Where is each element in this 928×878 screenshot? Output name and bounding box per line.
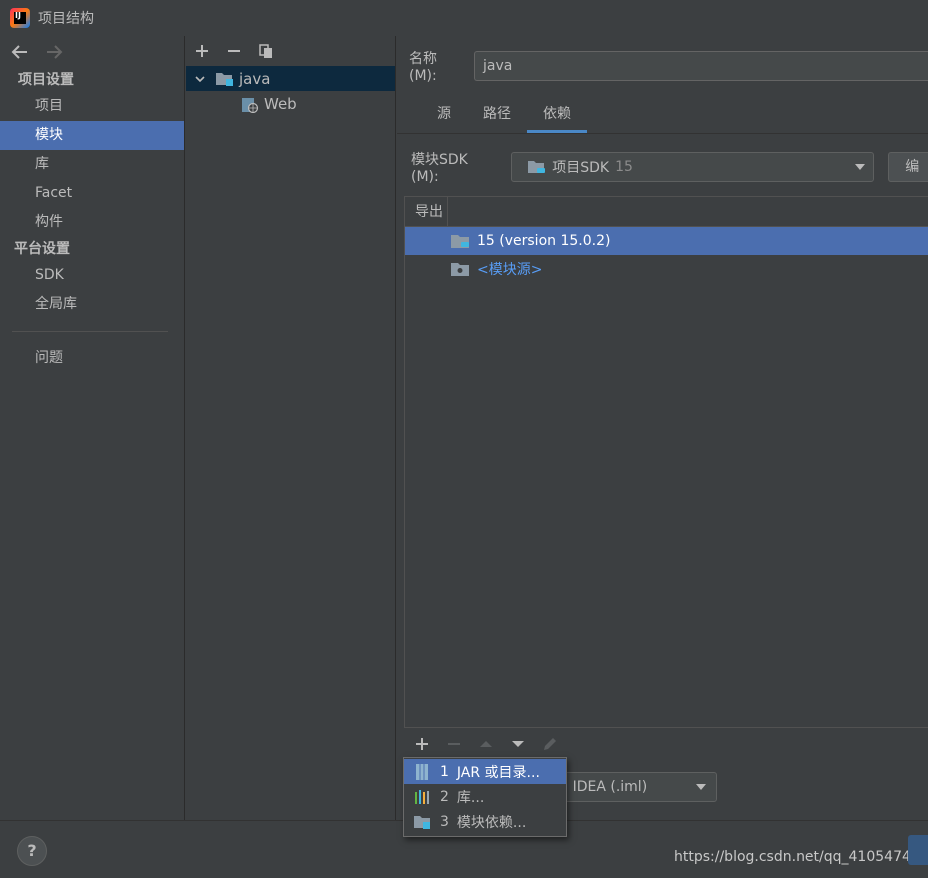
storage-format-value: J IDEA (.iml) (564, 779, 648, 795)
window-title: 项目结构 (38, 11, 94, 27)
module-tree-toolbar (186, 36, 395, 66)
intellij-logo-icon: IJ (10, 8, 30, 28)
help-button[interactable]: ? (17, 836, 47, 866)
popup-item-label: 模块依赖... (456, 814, 527, 831)
library-icon (414, 789, 430, 805)
sdk-value: 项目SDK (552, 160, 610, 176)
nav-item-global-libraries[interactable]: 全局库 (0, 290, 184, 319)
ok-button[interactable] (908, 835, 928, 865)
dependencies-toolbar (404, 727, 928, 759)
sdk-version: 15 (615, 159, 633, 175)
plus-icon[interactable] (414, 736, 430, 752)
minus-icon[interactable] (226, 43, 242, 59)
tree-node-web[interactable]: Web (186, 91, 395, 116)
module-sdk-select[interactable]: 项目SDK 15 (511, 152, 875, 182)
arrow-right-icon[interactable] (44, 42, 64, 62)
popup-item-number: 1 (440, 763, 449, 780)
tab-sources[interactable]: 源 (421, 99, 467, 133)
popup-item-library[interactable]: 2 库... (404, 784, 566, 809)
tab-paths[interactable]: 路径 (467, 99, 527, 133)
tree-node-label: java (239, 69, 271, 88)
title-bar: IJ 项目结构 (0, 0, 928, 36)
module-tree-panel: java Web (186, 36, 396, 820)
nav-item-project[interactable]: 项目 (0, 92, 184, 121)
move-up-icon[interactable] (478, 736, 494, 752)
popup-item-jar[interactable]: 1 JAR 或目录... (404, 759, 566, 784)
popup-item-number: 3 (440, 813, 449, 830)
dependencies-table: 导出 15 (version 15.0.2) <模块源> (404, 196, 928, 727)
name-label: 名称(M): (409, 51, 437, 84)
chevron-down-icon (855, 164, 866, 170)
watermark-text: https://blog.csdn.net/qq_41054749 (674, 849, 920, 865)
module-icon (414, 814, 430, 830)
name-row: 名称(M): java (397, 36, 928, 96)
sdk-folder-icon (528, 161, 546, 173)
edit-icon[interactable] (542, 736, 558, 752)
minus-icon[interactable] (446, 736, 462, 752)
module-tabs: 源 路径 依赖 (397, 96, 928, 134)
dependency-row-sdk[interactable]: 15 (version 15.0.2) (405, 227, 928, 255)
copy-icon[interactable] (258, 43, 274, 59)
module-details-panel: 名称(M): java 源 路径 依赖 模块SDK (M): 项目SDK 15 … (397, 36, 928, 820)
nav-item-problems[interactable]: 问题 (0, 344, 184, 373)
module-name-field[interactable]: java (474, 51, 928, 81)
tab-dependencies[interactable]: 依赖 (527, 99, 587, 133)
popup-item-number: 2 (440, 788, 449, 805)
edit-sdk-button[interactable]: 编 (888, 152, 928, 182)
section-platform-settings: 平台设置 (14, 241, 70, 257)
nav-item-libraries[interactable]: 库 (0, 150, 184, 179)
plus-icon[interactable] (194, 43, 210, 59)
section-project-settings: 项目设置 (18, 72, 74, 88)
tree-node-java[interactable]: java (186, 66, 395, 91)
column-export[interactable]: 导出 (405, 197, 448, 226)
arrow-left-icon[interactable] (10, 42, 30, 62)
tree-node-label: Web (264, 94, 297, 113)
dependencies-header: 导出 (405, 197, 928, 227)
popup-item-module-dependency[interactable]: 3 模块依赖... (404, 809, 566, 834)
chevron-down-icon (696, 784, 706, 790)
nav-item-sdk[interactable]: SDK (0, 261, 184, 290)
dependency-row-module-source[interactable]: <模块源> (405, 255, 928, 283)
settings-nav: 项目设置 项目 模块 库 Facet 构件 平台设置 SDK 全局库 问题 (0, 36, 185, 820)
dependency-label: 15 (version 15.0.2) (477, 233, 611, 249)
popup-item-label: JAR 或目录... (456, 764, 540, 781)
sdk-label: 模块SDK (M): (411, 152, 468, 185)
move-down-icon[interactable] (510, 736, 526, 752)
sdk-folder-icon (451, 233, 471, 249)
module-folder-icon (216, 72, 234, 86)
nav-item-artifacts[interactable]: 构件 (0, 208, 184, 237)
nav-divider (12, 331, 168, 332)
add-dependency-popup: 1 JAR 或目录... 2 库... 3 模块依赖... (403, 757, 567, 837)
chevron-down-icon[interactable] (194, 73, 206, 85)
source-folder-icon (451, 261, 471, 277)
nav-item-facets[interactable]: Facet (0, 179, 184, 208)
nav-arrows (0, 36, 184, 68)
popup-item-label: 库... (456, 789, 485, 806)
sdk-row: 模块SDK (M): 项目SDK 15 编 (397, 134, 928, 200)
web-facet-icon (241, 97, 259, 113)
jar-icon (414, 763, 430, 780)
nav-item-modules[interactable]: 模块 (0, 121, 184, 150)
dependency-label: <模块源> (477, 262, 543, 278)
